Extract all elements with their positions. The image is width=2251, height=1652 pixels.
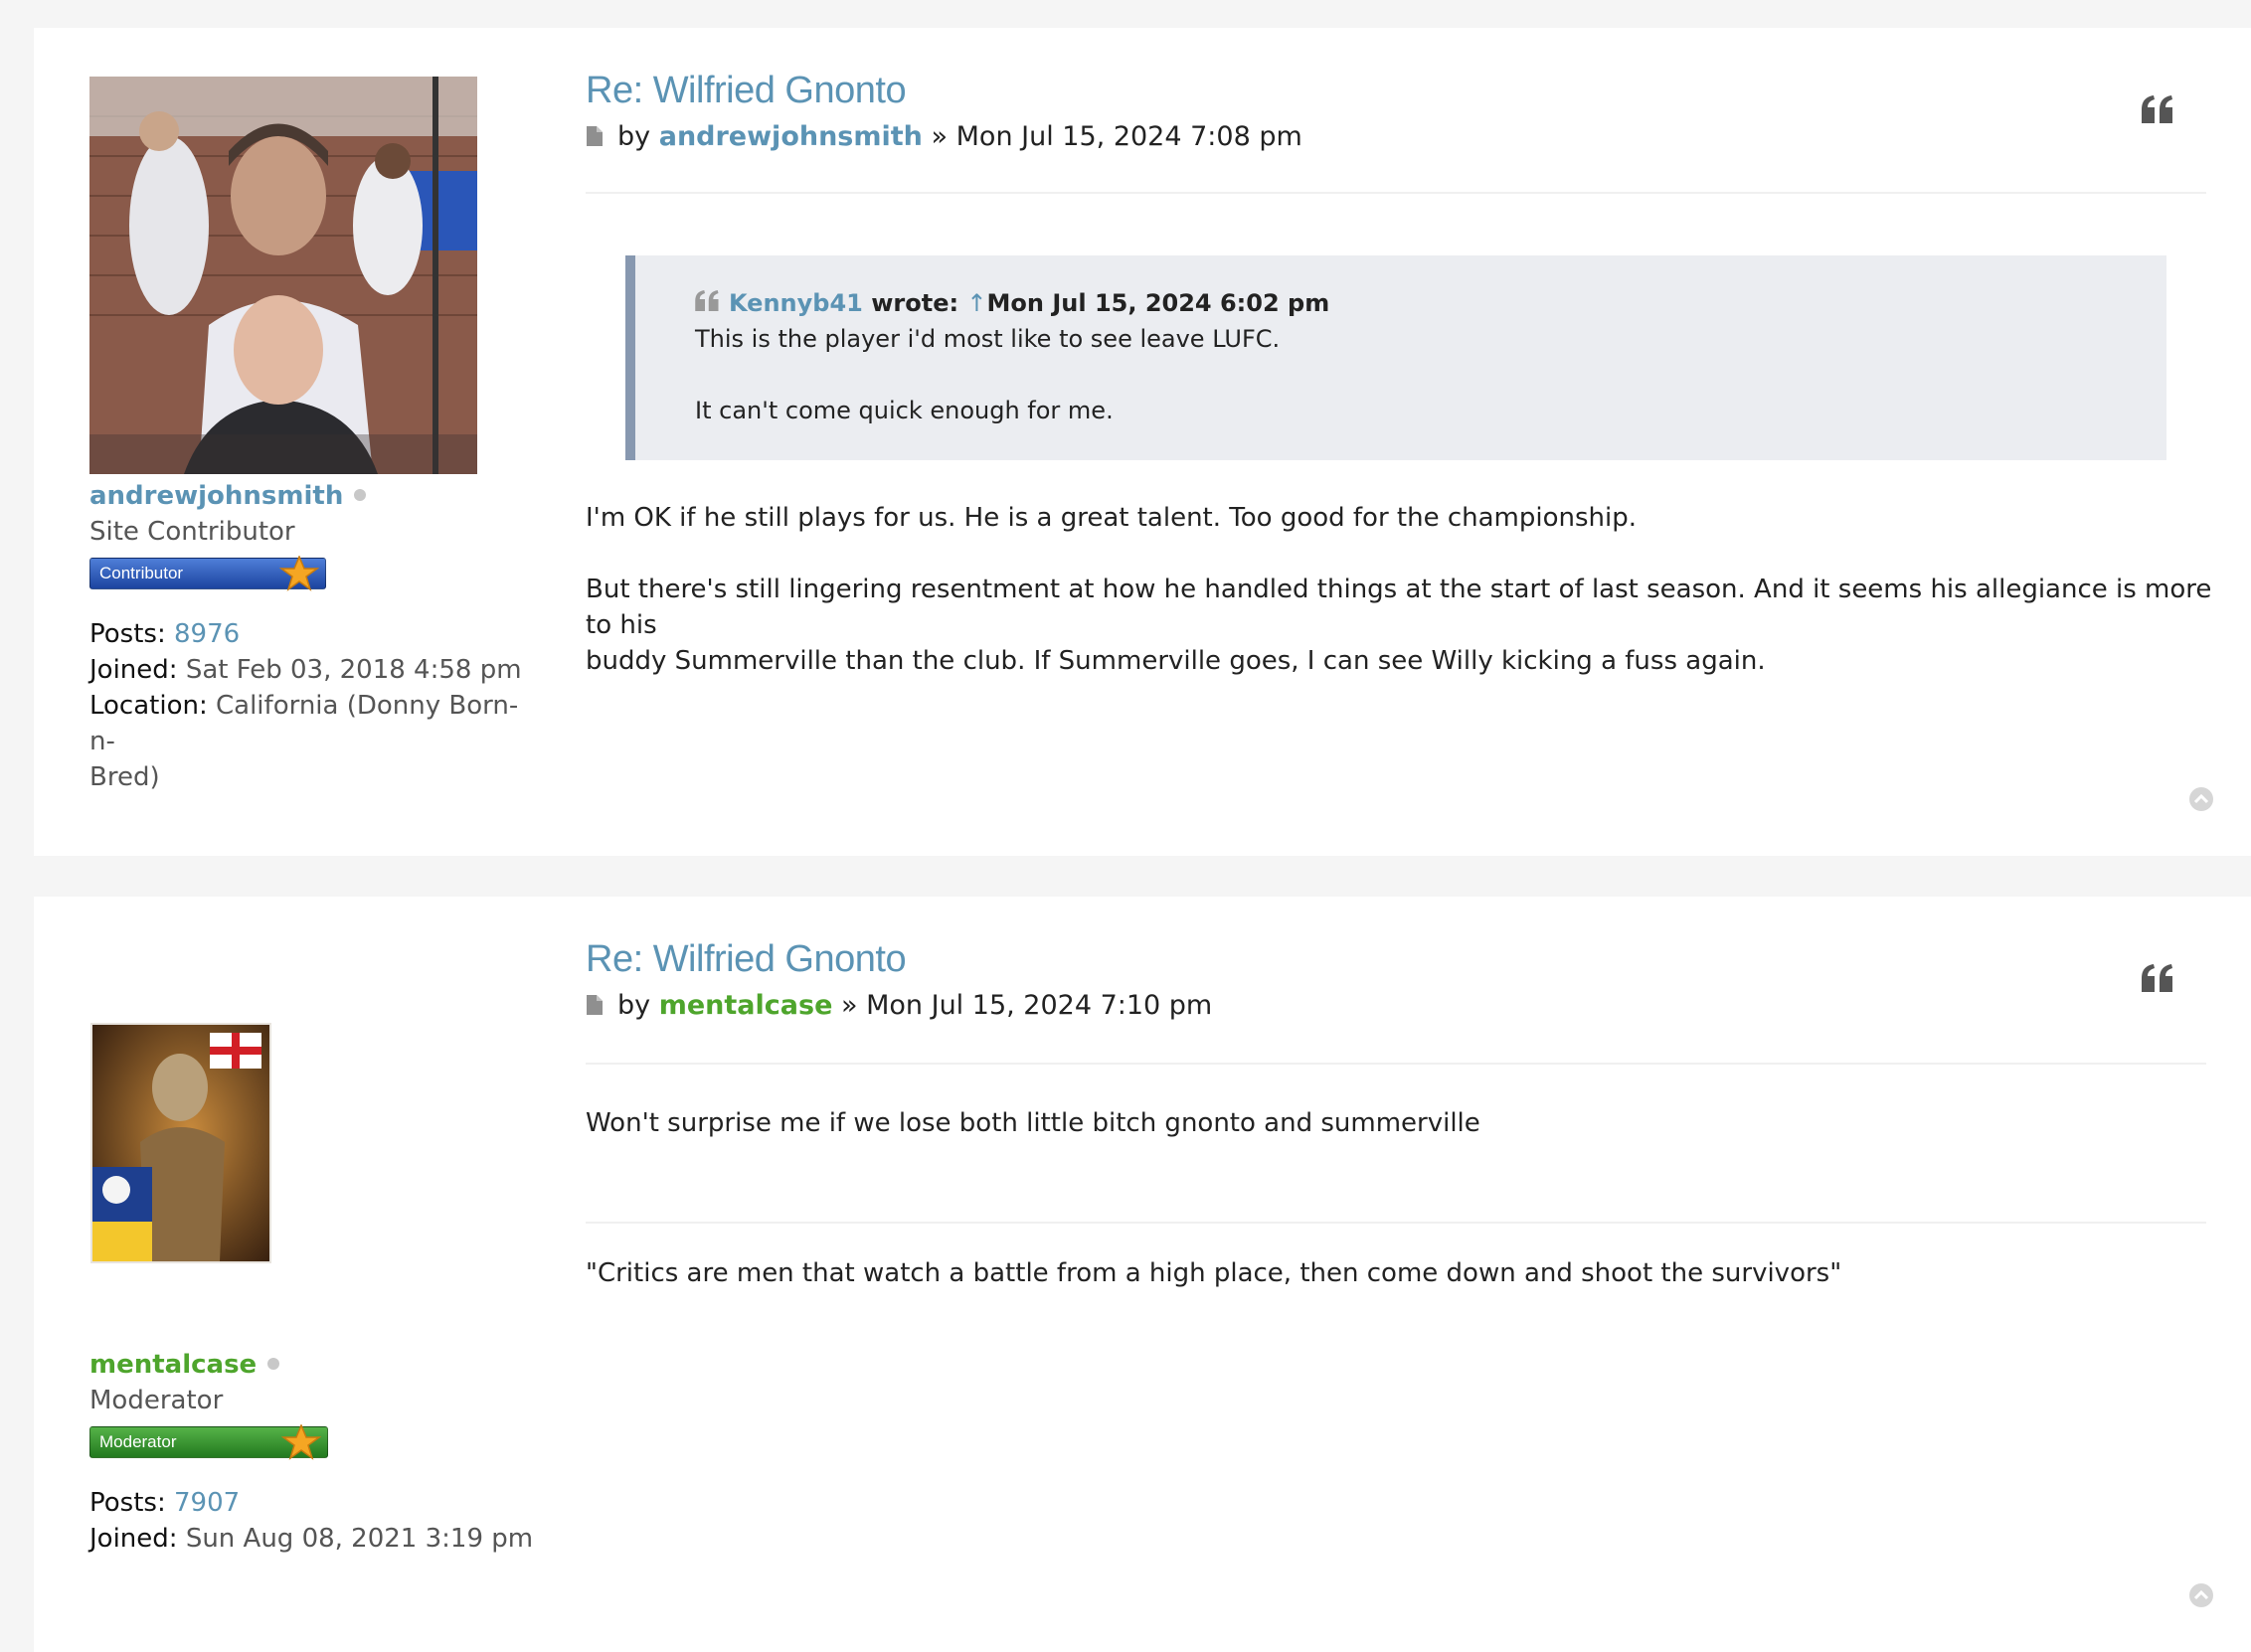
user-avatar[interactable]	[89, 77, 477, 474]
post-date: Mon Jul 15, 2024 7:08 pm	[955, 121, 1302, 152]
quote-text-line: This is the player i'd most like to see …	[695, 325, 1281, 353]
post-title-link[interactable]: Re: Wilfried Gnonto	[586, 938, 907, 981]
back-to-top-button[interactable]	[2188, 786, 2214, 816]
quote-icon	[2142, 964, 2172, 992]
username-text: andrewjohnsmith	[89, 481, 344, 511]
profile-joined: Joined: Sun Aug 08, 2021 3:19 pm	[89, 1524, 534, 1554]
post-author-link[interactable]: mentalcase	[659, 990, 833, 1021]
profile-location: Location: California (Donny Born-n- Bred…	[89, 691, 519, 792]
quote-button[interactable]	[2142, 964, 2175, 996]
post-author-username[interactable]: andrewjohnsmith	[89, 481, 367, 511]
file-icon[interactable]	[586, 994, 604, 1016]
file-icon[interactable]	[586, 125, 604, 147]
quoted-author-link[interactable]: Kennyb41	[729, 289, 863, 317]
quoted-post-date: Mon Jul 15, 2024 6:02 pm	[986, 289, 1330, 317]
user-avatar[interactable]	[90, 1023, 271, 1263]
posts-count-link[interactable]: 8976	[174, 619, 240, 649]
view-quoted-post-link[interactable]: ↑	[966, 289, 986, 317]
post-1: andrewjohnsmith Site Contributor Contrib…	[34, 28, 2251, 856]
profile-joined: Joined: Sat Feb 03, 2018 4:58 pm	[89, 655, 522, 685]
post-body-text: But there's still lingering resentment a…	[586, 575, 2212, 676]
quote-header: Kennyb41 wrote: ↑Mon Jul 15, 2024 6:02 p…	[695, 289, 1329, 317]
chevron-up-circle-icon	[2189, 1583, 2213, 1607]
rank-badge: Moderator	[89, 1424, 328, 1460]
post-meta: by mentalcase » Mon Jul 15, 2024 7:10 pm	[586, 990, 1212, 1021]
back-to-top-button[interactable]	[2188, 1582, 2214, 1612]
signature-divider	[586, 1222, 2206, 1224]
post-body-text: Won't surprise me if we lose both little…	[586, 1108, 1480, 1138]
post-body-text: I'm OK if he still plays for us. He is a…	[586, 503, 1638, 533]
profile-posts: Posts: 7907	[89, 1488, 241, 1518]
profile-posts: Posts: 8976	[89, 619, 241, 649]
post-meta: by andrewjohnsmith » Mon Jul 15, 2024 7:…	[586, 121, 1302, 152]
rank-badge-label: Contributor	[99, 564, 184, 582]
quote-button[interactable]	[2142, 95, 2175, 127]
post-divider	[586, 192, 2206, 194]
star-icon	[279, 556, 319, 591]
offline-status-icon	[267, 1357, 280, 1370]
post-date: Mon Jul 15, 2024 7:10 pm	[866, 990, 1213, 1021]
post-2: mentalcase Moderator Moderator Posts: 79…	[34, 897, 2251, 1652]
posts-count-link[interactable]: 7907	[174, 1488, 240, 1518]
post-author-username[interactable]: mentalcase	[89, 1350, 280, 1380]
offline-status-icon	[354, 488, 367, 501]
user-rank-title: Moderator	[89, 1386, 224, 1415]
username-text: mentalcase	[89, 1350, 258, 1380]
chevron-up-circle-icon	[2189, 787, 2213, 811]
quote-icon	[2142, 95, 2172, 123]
user-rank-title: Site Contributor	[89, 517, 295, 547]
star-icon	[281, 1424, 321, 1460]
quote-text-line: It can't come quick enough for me.	[695, 397, 1114, 424]
quote-block: Kennyb41 wrote: ↑Mon Jul 15, 2024 6:02 p…	[625, 255, 2166, 460]
user-signature: "Critics are men that watch a battle fro…	[586, 1258, 1842, 1288]
post-author-link[interactable]: andrewjohnsmith	[659, 121, 923, 152]
quote-icon	[695, 289, 719, 311]
rank-badge-label: Moderator	[99, 1432, 177, 1451]
post-divider	[586, 1063, 2206, 1065]
post-title-link[interactable]: Re: Wilfried Gnonto	[586, 70, 907, 112]
rank-badge: Contributor	[89, 556, 326, 591]
